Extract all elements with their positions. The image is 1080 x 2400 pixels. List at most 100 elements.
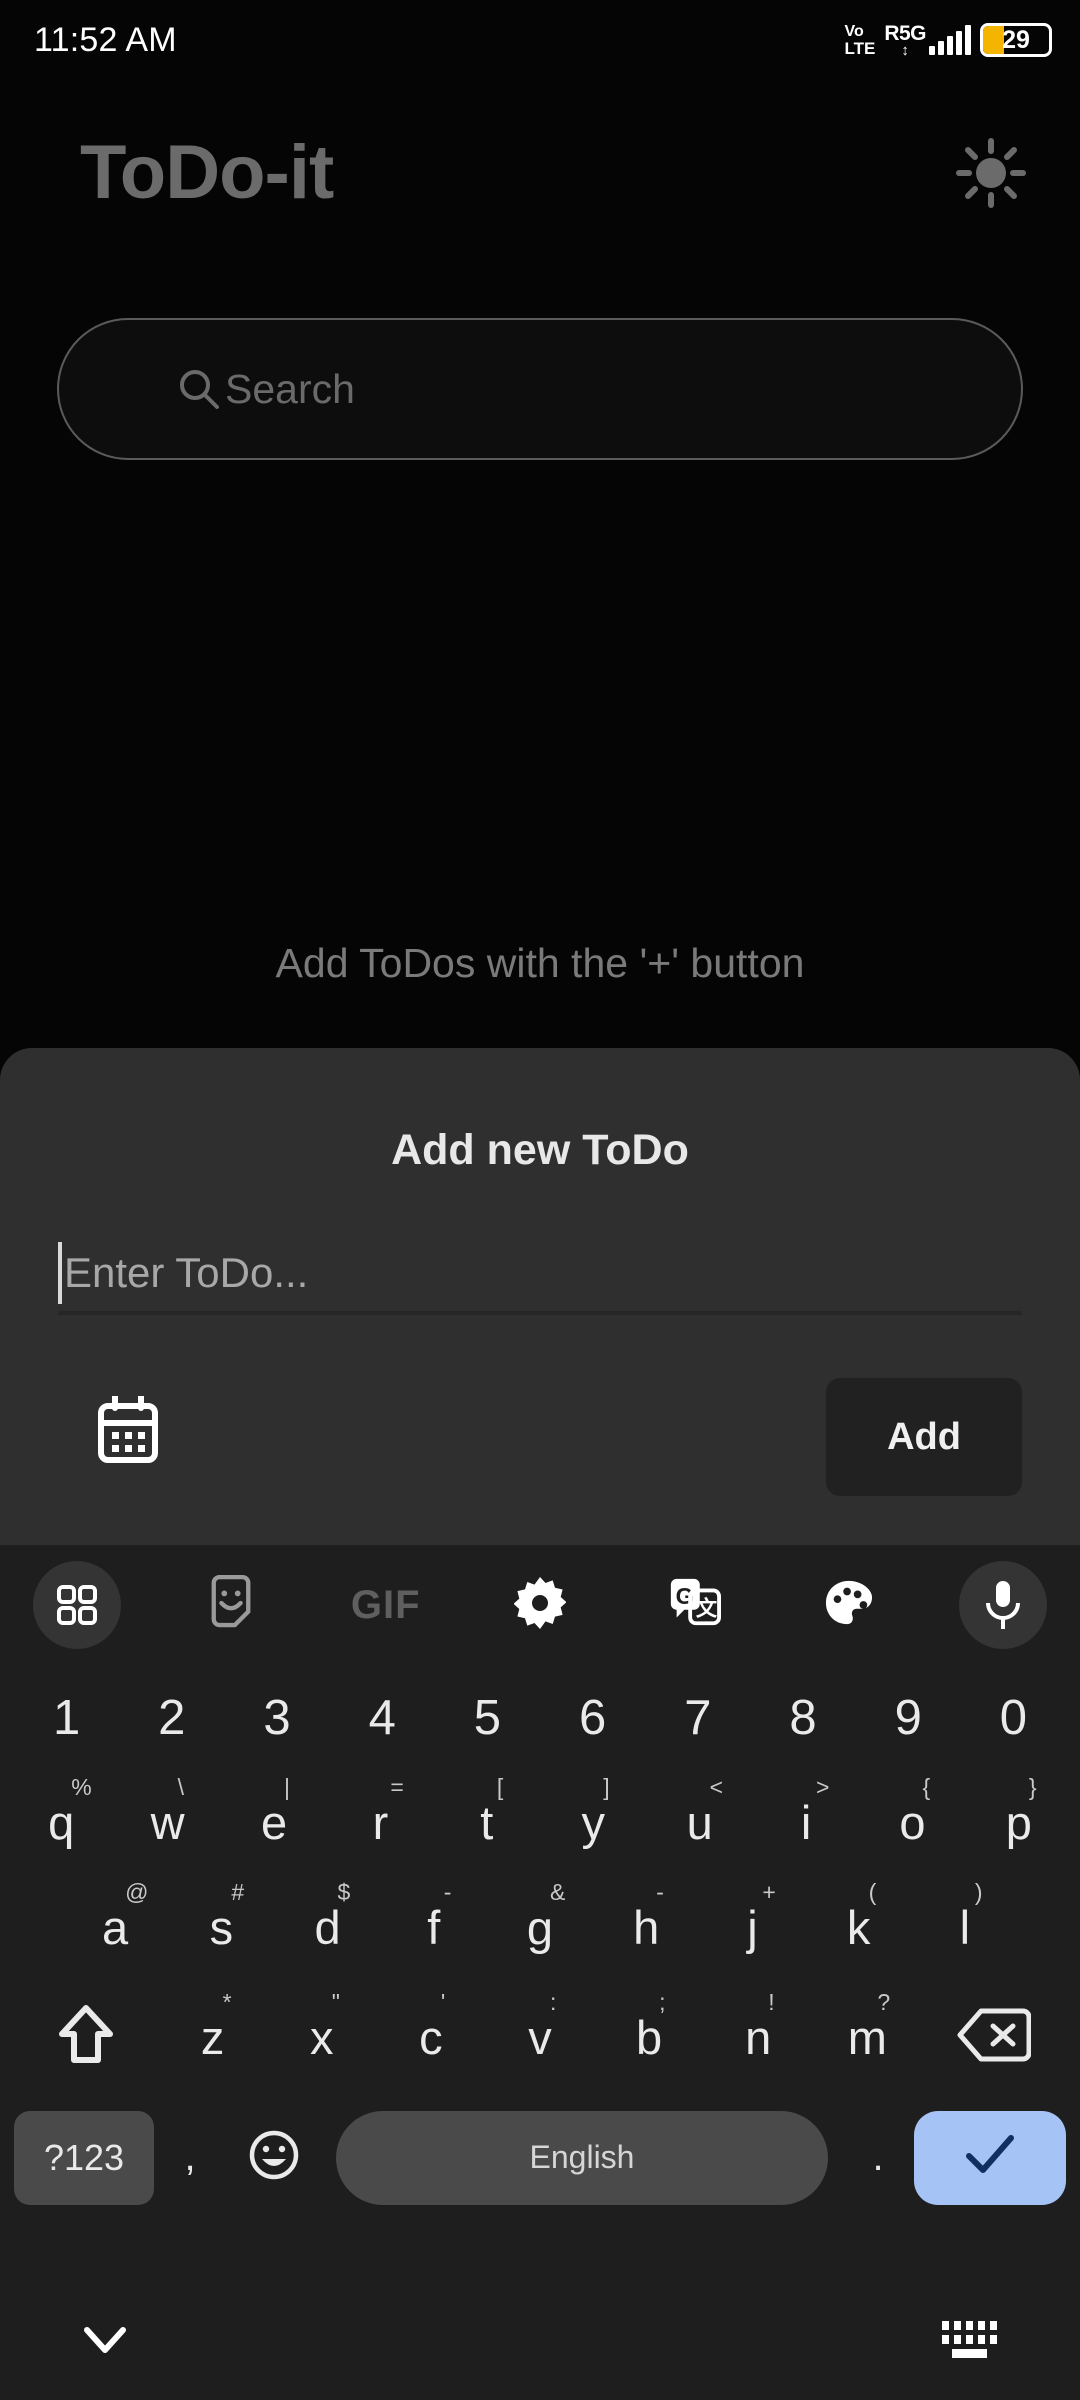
keyboard-gif-button[interactable]: GIF bbox=[309, 1545, 463, 1665]
key-k-label: k bbox=[846, 1901, 871, 1954]
keyboard-theme-button[interactable] bbox=[771, 1545, 925, 1665]
key-i-label: i bbox=[800, 1796, 812, 1849]
key-6[interactable]: 6 bbox=[540, 1665, 645, 1770]
key-e[interactable]: | e bbox=[221, 1770, 327, 1875]
key-v-label: v bbox=[528, 2011, 552, 2064]
text-cursor bbox=[58, 1242, 62, 1304]
key-b[interactable]: ; b bbox=[595, 1985, 704, 2090]
key-h[interactable]: -h bbox=[593, 1875, 699, 1980]
key-x-label: x bbox=[309, 2011, 334, 2064]
network-label: R5G bbox=[884, 22, 926, 45]
shift-key[interactable] bbox=[14, 2004, 158, 2071]
search-input[interactable]: Search bbox=[57, 318, 1023, 460]
enter-key[interactable] bbox=[914, 2110, 1066, 2205]
key-c-sup: ' bbox=[440, 1989, 446, 2015]
todo-text-field[interactable]: Enter ToDo... bbox=[58, 1238, 1022, 1308]
key-j[interactable]: + j bbox=[699, 1875, 805, 1980]
battery-level-label: 29 bbox=[1002, 25, 1030, 54]
key-0[interactable]: 0 bbox=[961, 1665, 1066, 1770]
key-d[interactable]: $ d bbox=[274, 1875, 380, 1980]
key-c[interactable]: ' c bbox=[376, 1985, 485, 2090]
calendar-icon[interactable] bbox=[97, 1393, 159, 1464]
backspace-key[interactable] bbox=[922, 2007, 1066, 2068]
key-i[interactable]: > i bbox=[753, 1770, 859, 1875]
keyboard-number-row: 1 2 3 4 5 6 7 8 9 0 bbox=[0, 1665, 1080, 1770]
key-k[interactable]: (k bbox=[806, 1875, 912, 1980]
key-x[interactable]: " x bbox=[267, 1985, 376, 2090]
key-e-label: e bbox=[260, 1796, 288, 1849]
sticker-icon bbox=[208, 1574, 254, 1636]
key-t-label: t bbox=[480, 1796, 494, 1849]
keyboard-row-top: % q \ w | e = r [t ] y < u > i {o } p bbox=[0, 1770, 1080, 1875]
keyboard-row-bottom: * z " x ' c :v ; b ! n ? m bbox=[0, 1985, 1080, 2090]
key-2[interactable]: 2 bbox=[119, 1665, 224, 1770]
key-h-sup: - bbox=[656, 1879, 664, 1905]
key-m-sup: ? bbox=[877, 1989, 891, 2015]
key-n-sup: ! bbox=[768, 1989, 775, 2015]
key-b-sup: ; bbox=[659, 1989, 666, 2015]
key-1[interactable]: 1 bbox=[14, 1665, 119, 1770]
key-v[interactable]: :v bbox=[485, 1985, 594, 2090]
battery-icon: 29 bbox=[980, 23, 1052, 57]
key-o-label: o bbox=[899, 1796, 926, 1849]
keyboard-row-space: ?123 , English . bbox=[0, 2100, 1080, 2215]
navigation-bar bbox=[0, 2280, 1080, 2400]
keyboard-icon[interactable] bbox=[938, 2317, 1000, 2363]
page-title: ToDo-it bbox=[80, 130, 334, 215]
key-7[interactable]: 7 bbox=[645, 1665, 750, 1770]
app-header: ToDo-it bbox=[0, 118, 1080, 228]
key-o-sup: { bbox=[922, 1774, 931, 1800]
key-l[interactable]: ) l bbox=[912, 1875, 1018, 1980]
key-r[interactable]: = r bbox=[327, 1770, 433, 1875]
key-x-sup: " bbox=[331, 1989, 340, 2015]
key-8[interactable]: 8 bbox=[750, 1665, 855, 1770]
key-o[interactable]: {o bbox=[859, 1770, 965, 1875]
search-icon bbox=[177, 367, 221, 411]
key-9[interactable]: 9 bbox=[856, 1665, 961, 1770]
keyboard-settings-button[interactable] bbox=[463, 1545, 617, 1665]
key-y-sup: ] bbox=[603, 1774, 610, 1800]
keyboard-voice-button[interactable] bbox=[926, 1545, 1080, 1665]
key-m-label: m bbox=[847, 2011, 887, 2064]
key-g[interactable]: & g bbox=[487, 1875, 593, 1980]
key-n[interactable]: ! n bbox=[704, 1985, 813, 2090]
key-q[interactable]: % q bbox=[8, 1770, 114, 1875]
keyboard-sticker-button[interactable] bbox=[154, 1545, 308, 1665]
chevron-down-icon[interactable] bbox=[80, 2320, 130, 2360]
key-t-sup: [ bbox=[496, 1774, 504, 1800]
add-button[interactable]: Add bbox=[826, 1378, 1022, 1496]
key-s[interactable]: # s bbox=[168, 1875, 274, 1980]
symbols-key[interactable]: ?123 bbox=[14, 2110, 154, 2205]
key-p-label: p bbox=[1005, 1796, 1032, 1849]
gear-icon bbox=[513, 1576, 567, 1634]
keyboard-apps-button[interactable] bbox=[0, 1545, 154, 1665]
signal-bars-icon bbox=[929, 25, 971, 55]
key-w[interactable]: \ w bbox=[114, 1770, 220, 1875]
key-a-sup: @ bbox=[125, 1879, 149, 1905]
key-f-label: f bbox=[427, 1901, 441, 1954]
space-key[interactable]: English bbox=[336, 2110, 828, 2205]
key-u-sup: < bbox=[709, 1774, 724, 1800]
key-w-sup: \ bbox=[177, 1774, 184, 1800]
key-f-sup: - bbox=[443, 1879, 452, 1905]
key-u[interactable]: < u bbox=[646, 1770, 752, 1875]
gif-icon: GIF bbox=[350, 1582, 421, 1627]
key-z[interactable]: * z bbox=[158, 1985, 267, 2090]
key-3[interactable]: 3 bbox=[224, 1665, 329, 1770]
key-4[interactable]: 4 bbox=[330, 1665, 435, 1770]
key-5[interactable]: 5 bbox=[435, 1665, 540, 1770]
key-b-label: b bbox=[636, 2011, 663, 2064]
key-a[interactable]: @ a bbox=[62, 1875, 168, 1980]
status-bar: 11:52 AM Vo LTE R5G ↕ 29 bbox=[0, 0, 1080, 80]
key-y-label: y bbox=[581, 1796, 605, 1849]
keyboard-translate-button[interactable]: G 文 bbox=[617, 1545, 771, 1665]
key-m[interactable]: ? m bbox=[813, 1985, 922, 2090]
key-t[interactable]: [t bbox=[434, 1770, 540, 1875]
key-p[interactable]: } p bbox=[966, 1770, 1072, 1875]
emoji-key[interactable] bbox=[226, 2129, 322, 2186]
key-f[interactable]: -f bbox=[381, 1875, 487, 1980]
comma-key[interactable]: , bbox=[154, 2135, 226, 2180]
sun-icon[interactable] bbox=[954, 136, 1028, 210]
key-y[interactable]: ] y bbox=[540, 1770, 646, 1875]
period-key[interactable]: . bbox=[842, 2135, 914, 2180]
